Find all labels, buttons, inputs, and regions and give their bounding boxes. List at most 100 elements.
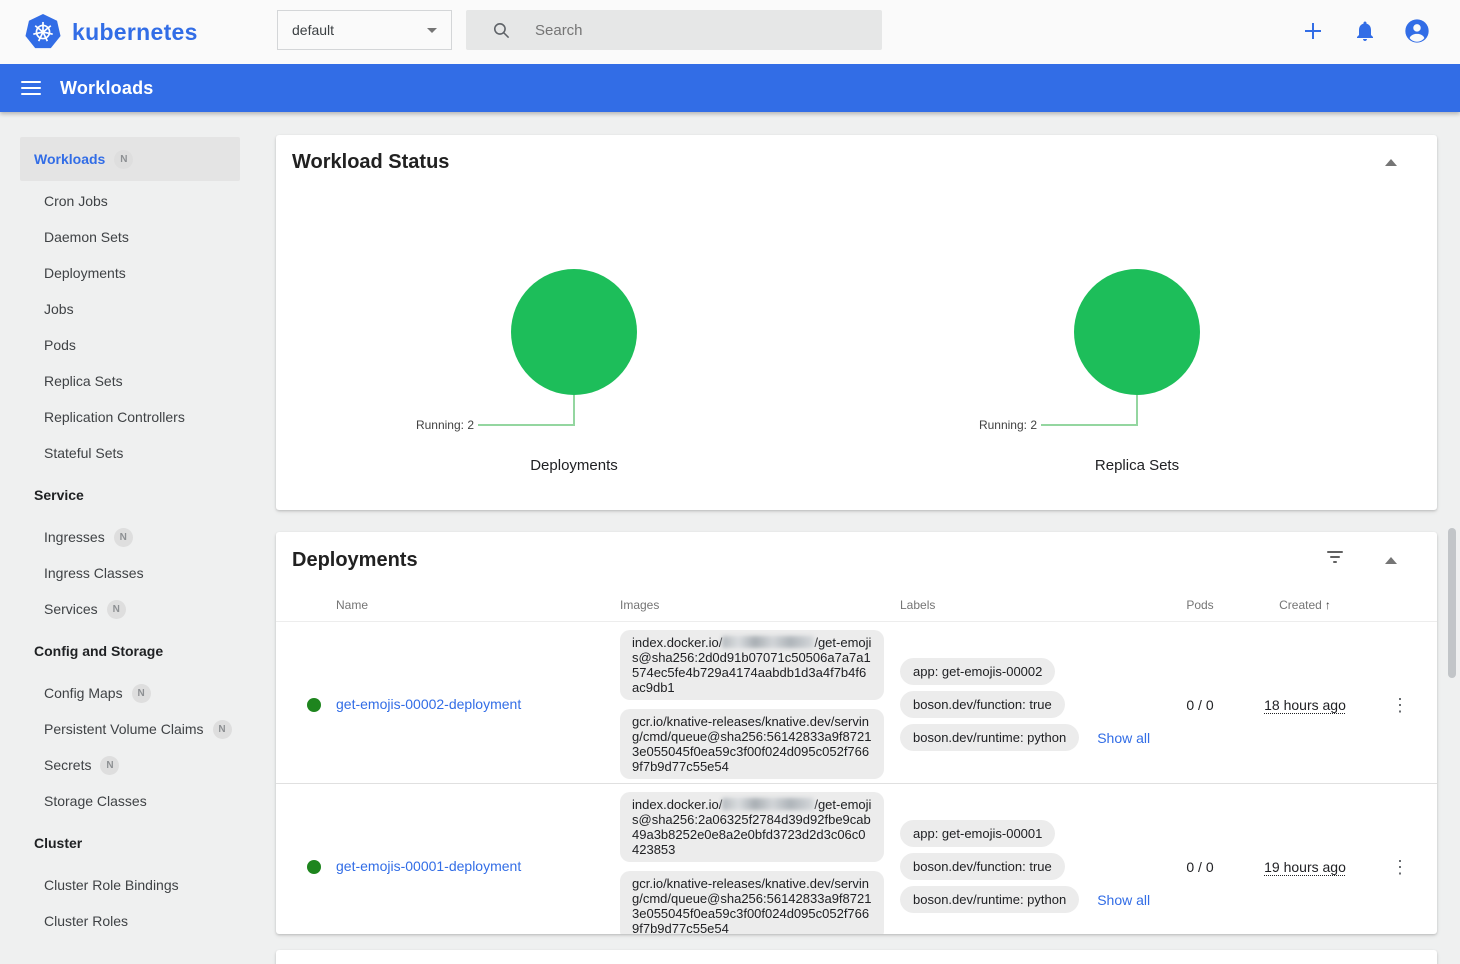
column-header-pods[interactable]: Pods	[1160, 598, 1240, 612]
kubernetes-logo[interactable]: kubernetes	[24, 13, 198, 51]
label-chip: boson.dev/function: true	[900, 853, 1065, 880]
sidebar-item-cluster-roles[interactable]: Cluster Roles	[0, 903, 260, 939]
images-cell: index.docker.io//get-emojis@sha256:2a063…	[604, 784, 900, 934]
sidebar-item-config-maps[interactable]: Config Maps N	[0, 675, 260, 711]
sidebar-item-pods[interactable]: Pods	[0, 327, 260, 363]
image-chip: index.docker.io//get-emojis@sha256:2a063…	[620, 792, 884, 862]
logo-wordmark: kubernetes	[72, 19, 198, 46]
table-header-row: Name Images Labels Pods Created↑	[276, 588, 1437, 622]
name-cell: get-emojis-00002-deployment	[336, 696, 604, 714]
sidebar-item-secrets[interactable]: Secrets N	[0, 747, 260, 783]
pie-slice-running[interactable]	[511, 269, 637, 395]
callout-label: Running: 2	[336, 418, 474, 432]
status-cell	[292, 698, 336, 712]
search-input[interactable]	[535, 22, 835, 39]
deployment-link[interactable]: get-emojis-00001-deployment	[336, 858, 521, 874]
running-status-icon	[307, 698, 321, 712]
replica-sets-pie-chart: Running: 2 Replica Sets	[839, 135, 1419, 510]
namespace-selector[interactable]: default	[277, 10, 452, 50]
namespace-value: default	[292, 22, 334, 38]
menu-cell: ⋮	[1370, 858, 1430, 876]
labels-cell: app: get-emojis-00001 boson.dev/function…	[900, 784, 1160, 934]
create-resource-button[interactable]	[1299, 17, 1327, 45]
sidebar-item-ingresses[interactable]: Ingresses N	[0, 519, 260, 555]
search-bar[interactable]	[466, 10, 882, 50]
sidebar-nav: Workloads N Cron Jobs Daemon Sets Deploy…	[0, 112, 260, 964]
filter-button[interactable]	[1325, 551, 1345, 563]
name-cell: get-emojis-00001-deployment	[336, 858, 604, 876]
sidebar-item-daemon-sets[interactable]: Daemon Sets	[0, 219, 260, 255]
collapse-card-button[interactable]	[1385, 557, 1397, 564]
table-row: get-emojis-00002-deployment index.docker…	[276, 622, 1437, 783]
notifications-button[interactable]	[1351, 17, 1379, 45]
sidebar-item-persistent-volume-claims[interactable]: Persistent Volume Claims N	[0, 711, 260, 747]
redacted-registry-user	[722, 798, 814, 810]
image-chip: gcr.io/knative-releases/knative.dev/serv…	[620, 709, 884, 779]
chart-title: Deployments	[284, 457, 864, 474]
image-chip: index.docker.io//get-emojis@sha256:2d0d9…	[620, 630, 884, 700]
plus-icon	[1301, 19, 1325, 43]
avatar-icon	[1403, 17, 1431, 45]
kebab-icon: ⋮	[1391, 857, 1409, 877]
sidebar-item-jobs[interactable]: Jobs	[0, 291, 260, 327]
column-header-name[interactable]: Name	[336, 598, 604, 612]
sidebar-item-ingress-classes[interactable]: Ingress Classes	[0, 555, 260, 591]
created-cell: 18 hours ago	[1240, 697, 1370, 713]
row-actions-menu-button[interactable]: ⋮	[1391, 696, 1409, 714]
deployments-pie-chart: Running: 2 Deployments	[276, 135, 856, 510]
pie-slice-running[interactable]	[1074, 269, 1200, 395]
new-badge: N	[213, 720, 232, 739]
new-badge: N	[132, 684, 151, 703]
column-header-images[interactable]: Images	[604, 598, 900, 612]
page-title: Workloads	[60, 78, 154, 99]
new-badge: N	[114, 528, 133, 547]
menu-toggle-button[interactable]	[21, 81, 41, 95]
column-header-labels[interactable]: Labels	[900, 598, 1160, 612]
show-all-link[interactable]: Show all	[1097, 892, 1150, 908]
show-all-link[interactable]: Show all	[1097, 730, 1150, 746]
sidebar-item-storage-classes[interactable]: Storage Classes	[0, 783, 260, 819]
bell-icon	[1353, 19, 1377, 43]
sidebar-item-deployments[interactable]: Deployments	[0, 255, 260, 291]
new-badge: N	[100, 756, 119, 775]
new-badge: N	[114, 150, 133, 169]
next-card-partial	[276, 950, 1437, 964]
labels-cell: app: get-emojis-00002 boson.dev/function…	[900, 622, 1160, 787]
image-chip: gcr.io/knative-releases/knative.dev/serv…	[620, 871, 884, 934]
label-chip: boson.dev/function: true	[900, 691, 1065, 718]
kubernetes-logo-icon	[24, 13, 62, 51]
label-chip: app: get-emojis-00002	[900, 658, 1055, 685]
deployments-title: Deployments	[292, 549, 418, 572]
table-row: get-emojis-00001-deployment index.docker…	[276, 783, 1437, 934]
running-status-icon	[307, 860, 321, 874]
label-chip: boson.dev/runtime: python	[900, 886, 1079, 913]
column-header-created[interactable]: Created↑	[1240, 598, 1370, 612]
vertical-scrollbar[interactable]	[1448, 528, 1456, 678]
sidebar-section-config-and-storage: Config and Storage	[0, 633, 260, 669]
workload-status-card: Workload Status Running: 2 Deployments R…	[276, 135, 1437, 510]
relative-time: 18 hours ago	[1264, 697, 1346, 713]
kebab-icon: ⋮	[1391, 695, 1409, 715]
user-profile-button[interactable]	[1403, 17, 1431, 45]
sidebar-item-workloads[interactable]: Workloads N	[20, 137, 240, 181]
row-actions-menu-button[interactable]: ⋮	[1391, 858, 1409, 876]
images-cell: index.docker.io//get-emojis@sha256:2d0d9…	[604, 622, 900, 787]
sidebar-item-replication-controllers[interactable]: Replication Controllers	[0, 399, 260, 435]
deployment-link[interactable]: get-emojis-00002-deployment	[336, 696, 521, 712]
app-bar: Workloads	[0, 64, 1460, 112]
sidebar-item-replica-sets[interactable]: Replica Sets	[0, 363, 260, 399]
sidebar-item-cron-jobs[interactable]: Cron Jobs	[0, 183, 260, 219]
sort-ascending-icon: ↑	[1325, 598, 1331, 612]
sidebar-section-cluster: Cluster	[0, 825, 260, 861]
pods-cell: 0 / 0	[1160, 859, 1240, 875]
created-cell: 19 hours ago	[1240, 859, 1370, 875]
sidebar-item-services[interactable]: Services N	[0, 591, 260, 627]
callout-line	[1136, 395, 1138, 426]
status-cell	[292, 860, 336, 874]
search-icon	[492, 21, 511, 40]
chart-title: Replica Sets	[847, 457, 1427, 474]
sidebar-item-stateful-sets[interactable]: Stateful Sets	[0, 435, 260, 471]
sidebar-item-cluster-role-bindings[interactable]: Cluster Role Bindings	[0, 867, 260, 903]
label-chip: app: get-emojis-00001	[900, 820, 1055, 847]
callout-line	[1041, 424, 1137, 426]
